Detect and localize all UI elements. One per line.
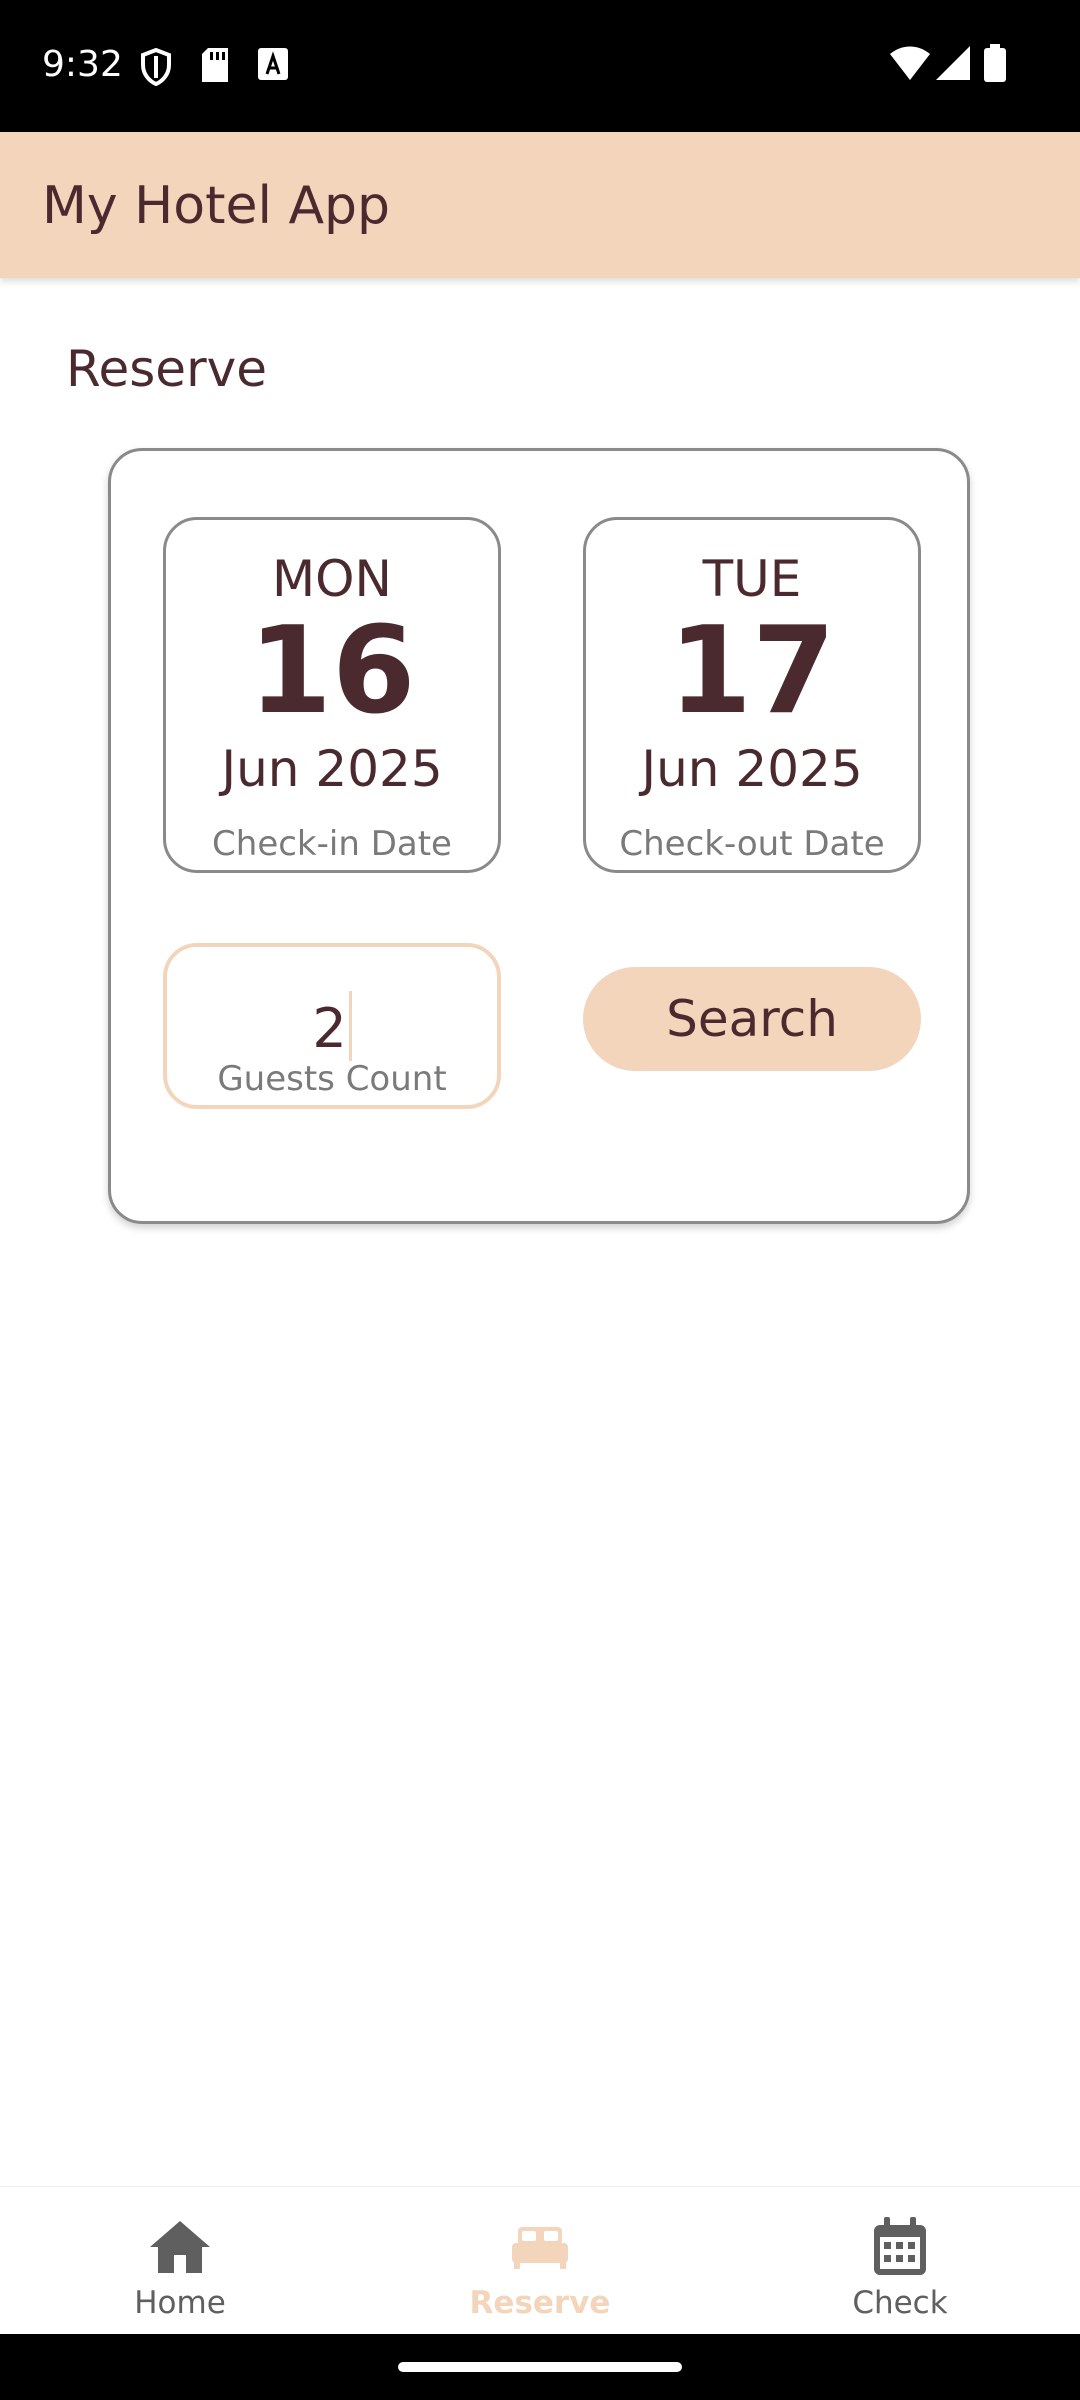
nav-item-reserve[interactable]: Reserve <box>360 2187 720 2335</box>
shield-icon <box>141 48 171 86</box>
guests-count-input[interactable]: 2 Guests Count <box>163 943 501 1109</box>
checkin-date-picker[interactable]: MON 16 Jun 2025 Check-in Date <box>163 517 501 873</box>
checkout-label: Check-out Date <box>619 824 885 864</box>
nav-label-reserve: Reserve <box>469 2285 611 2321</box>
app-bar: My Hotel App <box>0 132 1080 278</box>
search-button[interactable]: Search <box>583 967 921 1071</box>
guests-count-value: 2 <box>312 997 347 1060</box>
checkout-date-picker[interactable]: TUE 17 Jun 2025 Check-out Date <box>583 517 921 873</box>
cell-signal-icon <box>936 46 970 80</box>
battery-icon <box>984 44 1006 82</box>
checkin-month-year: Jun 2025 <box>221 740 443 798</box>
reservation-card: MON 16 Jun 2025 Check-in Date TUE 17 Jun… <box>108 448 970 1224</box>
checkout-day-of-week: TUE <box>702 550 802 608</box>
checkout-day: 17 <box>668 602 836 741</box>
sd-card-icon <box>202 48 228 82</box>
status-time: 9:32 <box>42 44 123 85</box>
status-bar: 9:32 <box>0 0 1080 132</box>
bottom-navigation: Home Reserve Check <box>0 2186 1080 2335</box>
gesture-bar <box>0 2334 1080 2400</box>
checkin-label: Check-in Date <box>212 824 452 864</box>
text-cursor <box>348 991 352 1061</box>
app-title: My Hotel App <box>42 176 391 236</box>
nav-item-home[interactable]: Home <box>0 2187 360 2335</box>
page-title: Reserve <box>66 340 267 398</box>
guests-count-label: Guests Count <box>217 1059 447 1099</box>
checkin-day-of-week: MON <box>272 550 392 608</box>
nav-label-check: Check <box>852 2285 948 2321</box>
wifi-icon <box>890 46 930 80</box>
guests-value-wrap: 2 <box>167 991 497 1061</box>
nav-item-check[interactable]: Check <box>720 2187 1080 2335</box>
checkin-day: 16 <box>248 602 416 741</box>
checkout-month-year: Jun 2025 <box>641 740 863 798</box>
nav-label-home: Home <box>134 2285 226 2321</box>
home-gesture-handle[interactable] <box>398 2362 682 2372</box>
font-a-icon <box>258 48 288 80</box>
home-icon <box>150 2221 210 2273</box>
calendar-icon <box>874 2217 926 2275</box>
bed-icon <box>512 2227 568 2269</box>
